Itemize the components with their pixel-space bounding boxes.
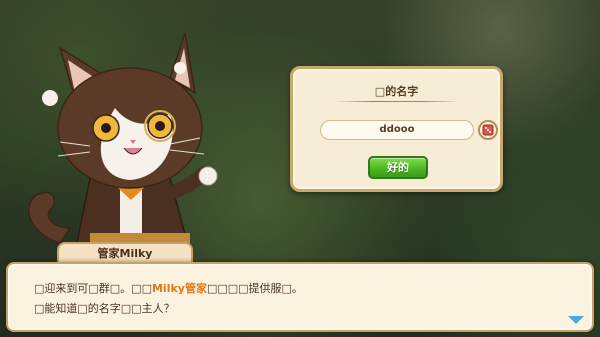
dialogue-line-2: □能知道□的名字□□主人？ — [34, 302, 175, 315]
dialogue-box[interactable]: □迎来到可□群□。□□Milky管家□□□□提供服□。 □能知道□的名字□□主人… — [6, 262, 594, 332]
dialogue-text-end: □□□□提供服□。 — [206, 282, 303, 295]
speaker-name-tag: 管家Milky — [57, 242, 193, 264]
down-arrow-icon[interactable] — [568, 316, 584, 324]
name-entry-dialog: □的名字 ddooo 好的 — [290, 66, 503, 192]
random-name-button[interactable] — [478, 120, 498, 140]
ok-button[interactable]: 好的 — [368, 156, 428, 179]
butler-cat-character — [28, 32, 218, 254]
dialogue-highlight-name: Milky管家 — [151, 282, 207, 295]
dialogue-text-start: □迎来到可□群□。□□ — [34, 282, 152, 295]
name-input[interactable]: ddooo — [320, 120, 474, 140]
dice-icon — [482, 124, 494, 136]
title-divider — [333, 101, 460, 102]
dialog-title: □的名字 — [374, 85, 419, 98]
dialogue-line-1: □迎来到可□群□。□□Milky管家□□□□提供服□。 — [34, 280, 303, 296]
